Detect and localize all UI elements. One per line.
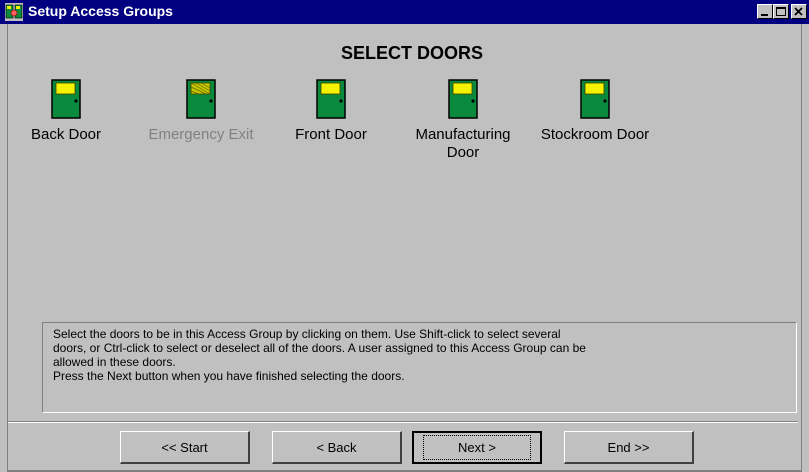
close-button[interactable] bbox=[791, 4, 807, 19]
end-button[interactable]: End >> bbox=[564, 431, 694, 464]
minimize-button[interactable] bbox=[757, 4, 773, 19]
instructions-line-3: allowed in these doors. bbox=[53, 355, 176, 369]
window-border-right bbox=[801, 24, 809, 472]
minimize-icon bbox=[761, 14, 768, 16]
door-label: Front Door bbox=[295, 126, 367, 143]
app-icon[interactable] bbox=[5, 3, 23, 21]
maximize-button[interactable] bbox=[773, 4, 789, 19]
maximize-icon bbox=[776, 7, 786, 16]
door-item-back-door[interactable]: Back Door bbox=[20, 79, 112, 144]
back-button[interactable]: < Back bbox=[272, 431, 402, 464]
start-button[interactable]: << Start bbox=[120, 431, 250, 464]
title-bar[interactable]: Setup Access Groups bbox=[0, 0, 809, 24]
instructions-line-4: Press the Next button when you have fini… bbox=[53, 369, 405, 383]
button-separator bbox=[8, 421, 798, 423]
door-item-stockroom-door[interactable]: Stockroom Door bbox=[530, 79, 660, 144]
door-label: Emergency Exit bbox=[148, 126, 254, 143]
start-button-label: << Start bbox=[161, 439, 208, 455]
door-label: Stockroom Door bbox=[540, 126, 650, 143]
door-icon bbox=[186, 79, 216, 119]
instructions-line-1: Select the doors to be in this Access Gr… bbox=[53, 327, 561, 341]
instructions-line-2: doors, or Ctrl-click to select or desele… bbox=[53, 341, 586, 355]
instructions-text: Select the doors to be in this Access Gr… bbox=[53, 327, 753, 383]
door-label: Back Door bbox=[30, 126, 102, 143]
back-button-label: < Back bbox=[316, 439, 357, 455]
door-icon bbox=[448, 79, 478, 119]
instructions-panel: Select the doors to be in this Access Gr… bbox=[42, 322, 797, 413]
door-icon bbox=[580, 79, 610, 119]
door-label: Manufacturing Door bbox=[415, 126, 511, 161]
door-item-front-door[interactable]: Front Door bbox=[281, 79, 381, 144]
door-icon bbox=[51, 79, 81, 119]
next-button[interactable]: Next > bbox=[412, 431, 542, 464]
window-border-left bbox=[0, 24, 8, 472]
next-button-label: Next > bbox=[423, 435, 531, 460]
door-item-emergency-exit[interactable]: Emergency Exit bbox=[134, 79, 268, 144]
window-title: Setup Access Groups bbox=[28, 3, 173, 19]
close-icon bbox=[794, 7, 803, 16]
page-heading: SELECT DOORS bbox=[340, 43, 483, 63]
door-icon bbox=[316, 79, 346, 119]
setup-access-groups-window: Setup Access Groups SELECT DOORS Back Do… bbox=[0, 0, 809, 472]
end-button-label: End >> bbox=[607, 439, 650, 455]
door-item-manufacturing-door[interactable]: Manufacturing Door bbox=[403, 79, 523, 162]
